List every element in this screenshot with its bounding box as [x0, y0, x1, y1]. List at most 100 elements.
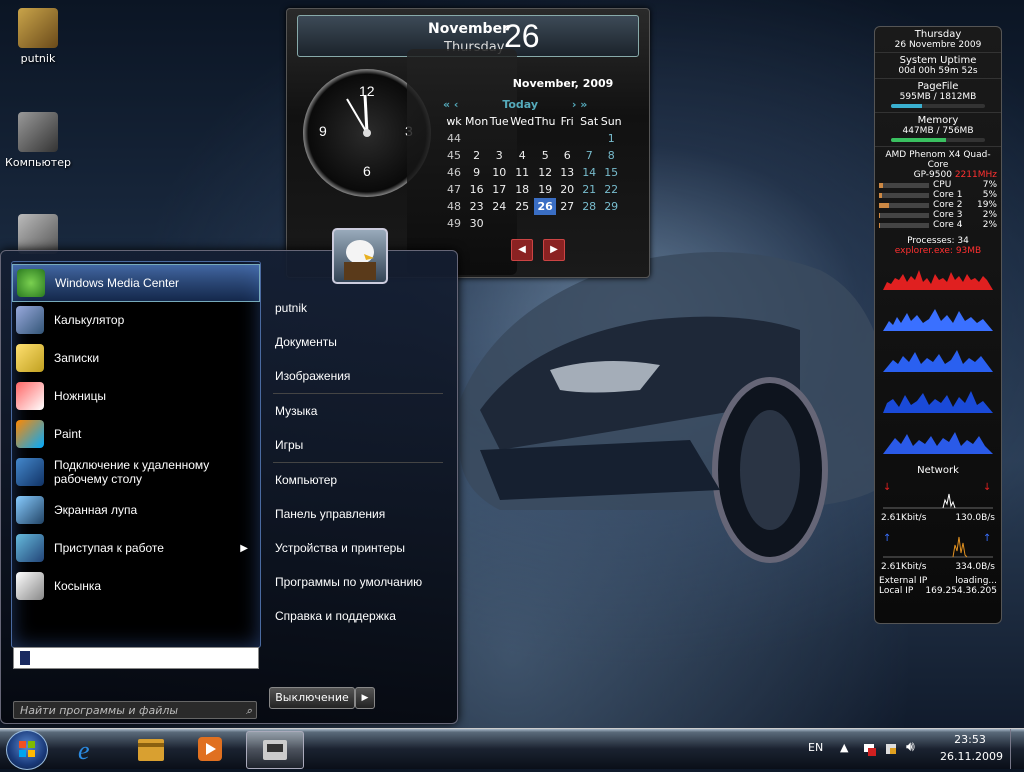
calendar-day-cell[interactable]: 22 [600, 181, 622, 198]
calendar-day-cell[interactable]: 7 [578, 147, 600, 164]
calendar-day-cell[interactable]: 25 [510, 198, 534, 215]
start-menu-right-item[interactable]: Компьютер [263, 463, 453, 497]
start-program-label: Подключение к удаленному рабочему столу [54, 458, 210, 486]
core-value: 2% [982, 220, 997, 230]
core-label: Core 4 [933, 220, 963, 230]
volume-icon[interactable]: 🔊︎ [906, 739, 915, 755]
calendar-day-cell[interactable] [510, 130, 534, 147]
start-menu-right-item[interactable]: putnik [263, 291, 453, 325]
calendar-day-cell[interactable]: 30 [465, 215, 488, 232]
start-program-item[interactable]: Windows Media Center [12, 264, 260, 302]
show-hidden-icons[interactable]: ▲ [840, 741, 848, 754]
calendar-day-cell[interactable] [465, 130, 488, 147]
calendar-day-cell[interactable]: 3 [488, 147, 510, 164]
action-center-flag-icon[interactable] [862, 742, 876, 756]
start-program-item[interactable]: Ножницы [12, 378, 258, 414]
desktop-icon-user-folder[interactable]: putnik [0, 8, 76, 65]
calendar-day-cell[interactable]: 2 [465, 147, 488, 164]
shutdown-options-arrow-icon[interactable]: ▶ [355, 687, 375, 709]
start-menu[interactable]: Windows Media Center Калькулятор Записки Но… [0, 250, 458, 724]
calendar-day-cell[interactable]: 29 [600, 198, 622, 215]
core-bar [879, 222, 929, 228]
taskbar-internet-explorer[interactable]: e [66, 731, 114, 767]
calendar-day-cell[interactable]: 28 [578, 198, 600, 215]
calendar-day-cell[interactable]: 23 [465, 198, 488, 215]
all-programs-bar[interactable] [13, 647, 259, 669]
shutdown-button[interactable]: Выключение [269, 687, 355, 709]
calendar-day-cell[interactable]: 16 [465, 181, 488, 198]
calendar-day-cell[interactable] [488, 215, 510, 232]
start-menu-right-item[interactable]: Документы [263, 325, 453, 359]
magnifier-icon [16, 496, 44, 524]
calendar-day-cell[interactable]: 17 [488, 181, 510, 198]
calendar-table: wk Mon Tue Wed Thu Fri Sat Sun 44 1 45 2 3 4 5 6 7 8 46 9 1… [443, 113, 622, 232]
start-program-item[interactable]: Подключение к удаленному рабочему столу [12, 454, 258, 490]
desktop-icon-computer[interactable]: Компьютер [0, 112, 76, 169]
start-menu-right-item[interactable]: Панель управления [263, 497, 453, 531]
calendar-next-button[interactable]: ▶ [543, 239, 565, 261]
taskbar-media-player[interactable] [186, 731, 234, 767]
calendar-day-cell[interactable]: 15 [600, 164, 622, 181]
calendar-day-cell[interactable] [556, 215, 578, 232]
system-monitor-gadget[interactable]: Thursday 26 Novembre 2009 System Uptime … [874, 26, 1002, 624]
taskbar-gadget-app[interactable] [246, 731, 304, 769]
calendar-day-cell[interactable]: 6 [556, 147, 578, 164]
calendar-day-cell[interactable]: 20 [556, 181, 578, 198]
calendar-day-cell[interactable]: 14 [578, 164, 600, 181]
today-link[interactable]: Today [502, 98, 538, 111]
pagefile-value: 595MB / 1812MB [899, 92, 977, 102]
prev-month-icon[interactable]: « ‹ [443, 98, 458, 111]
calendar-day-cell[interactable]: 21 [578, 181, 600, 198]
language-indicator[interactable]: EN [808, 741, 823, 754]
taskbar-explorer[interactable] [126, 731, 174, 767]
calendar-day-cell[interactable]: 10 [488, 164, 510, 181]
calendar-day-cell[interactable]: 9 [465, 164, 488, 181]
calendar-weekday-header: Wed [510, 115, 535, 128]
calendar-day-cell[interactable]: 11 [510, 164, 534, 181]
windows-media-center-icon [17, 269, 45, 297]
start-program-item[interactable]: Записки [12, 340, 258, 376]
start-menu-right-item[interactable]: Изображения [263, 359, 453, 393]
taskbar-clock[interactable]: 23:53 26.11.2009 [940, 733, 1003, 763]
start-program-item[interactable]: Калькулятор [12, 302, 258, 338]
calendar-day-cell[interactable] [510, 215, 534, 232]
start-menu-right-item[interactable]: Устройства и принтеры [263, 531, 453, 565]
start-search-input[interactable]: Найти программы и файлы ⌕ [13, 701, 257, 719]
calendar-day-cell[interactable]: 27 [556, 198, 578, 215]
calendar-day-cell[interactable]: 24 [488, 198, 510, 215]
start-menu-right-item[interactable]: Программы по умолчанию [263, 565, 453, 599]
calendar-day-cell[interactable] [578, 130, 600, 147]
calendar-day-cell[interactable]: 18 [510, 181, 534, 198]
user-avatar[interactable] [332, 228, 388, 284]
calendar-day-cell[interactable] [488, 130, 510, 147]
calendar-day-cell[interactable]: 19 [534, 181, 556, 198]
next-month-icon[interactable]: › » [572, 98, 587, 111]
start-menu-right-item[interactable]: Музыка [263, 394, 453, 428]
start-program-item[interactable]: Приступая к работе ▶ [12, 530, 258, 566]
calendar-day-cell[interactable] [600, 215, 622, 232]
calendar-day-cell[interactable]: 26 [534, 198, 557, 215]
start-program-item[interactable]: Экранная лупа [12, 492, 258, 528]
calendar-prev-button[interactable]: ◀ [511, 239, 533, 261]
start-button[interactable] [6, 730, 48, 770]
calendar-day-cell[interactable] [556, 130, 578, 147]
calendar-day-cell[interactable]: 5 [534, 147, 556, 164]
network-icon[interactable] [884, 742, 898, 756]
core-bar-fill [879, 222, 880, 228]
calendar-day-cell[interactable]: 13 [556, 164, 578, 181]
calendar-day-cell[interactable] [534, 215, 556, 232]
start-menu-right-item[interactable]: Справка и поддержка [263, 599, 453, 633]
calendar-day-cell[interactable]: 4 [510, 147, 534, 164]
calendar-day-cell[interactable] [578, 215, 600, 232]
start-menu-right-item[interactable]: Игры [263, 428, 453, 462]
show-desktop-button[interactable] [1010, 729, 1024, 769]
start-program-item[interactable]: Косынка [12, 568, 258, 604]
calendar-day-cell[interactable] [534, 130, 556, 147]
calendar-day-cell[interactable]: 8 [600, 147, 622, 164]
calendar-day-cell[interactable]: 12 [534, 164, 556, 181]
calendar-week-number: 48 [447, 200, 461, 213]
search-icon[interactable]: ⌕ [246, 702, 252, 720]
calendar-day-cell[interactable]: 1 [600, 130, 622, 147]
core-bar-fill [879, 202, 889, 208]
start-program-item[interactable]: Paint [12, 416, 258, 452]
